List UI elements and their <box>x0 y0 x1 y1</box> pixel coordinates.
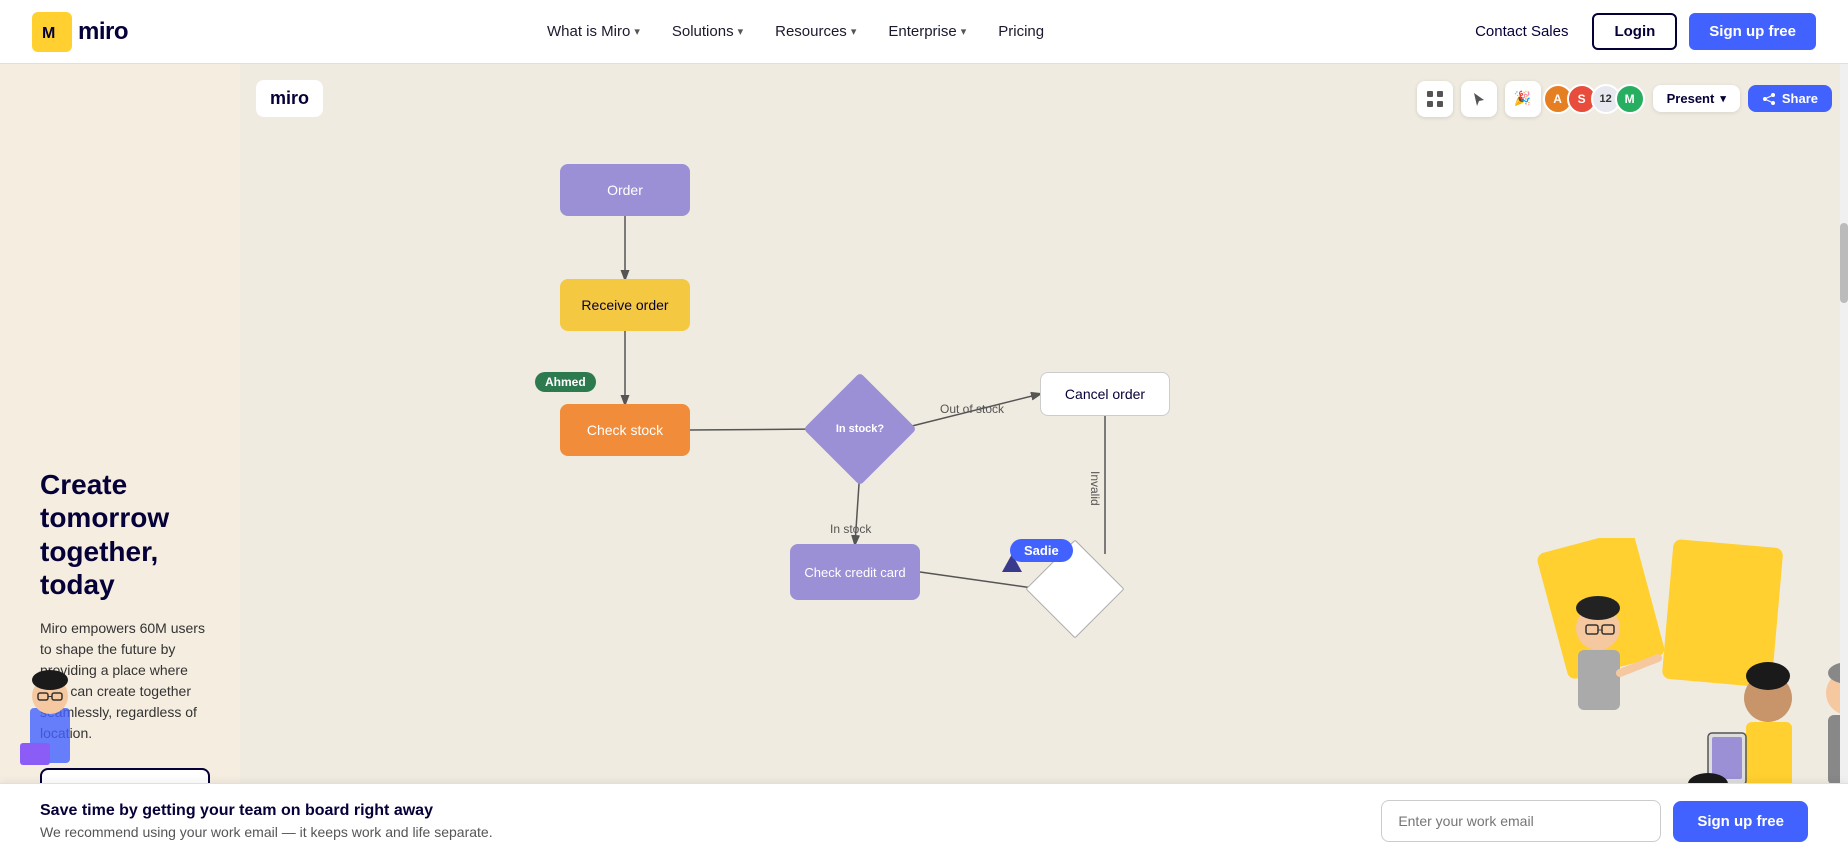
nav-enterprise[interactable]: Enterprise ▾ <box>876 15 978 48</box>
nav-solutions[interactable]: Solutions ▾ <box>660 15 755 48</box>
share-button[interactable]: Share <box>1748 85 1832 112</box>
present-button[interactable]: Present ▾ <box>1653 85 1740 112</box>
left-panel: Create tomorrow together, today Miro emp… <box>0 64 240 858</box>
contact-sales-button[interactable]: Contact Sales <box>1463 15 1580 48</box>
logo-text: miro <box>78 18 128 46</box>
node-order[interactable]: Order <box>560 164 690 216</box>
node-cancel-order[interactable]: Cancel order <box>1040 372 1170 416</box>
ahmed-tag: Ahmed <box>535 372 596 392</box>
banner-title: Save time by getting your team on board … <box>40 802 1381 820</box>
scrollbar-thumb[interactable] <box>1840 223 1848 303</box>
chevron-down-icon: ▾ <box>1720 92 1726 105</box>
main-content: Create tomorrow together, today Miro emp… <box>0 64 1848 858</box>
login-button[interactable]: Login <box>1592 13 1677 50</box>
chevron-down-icon: ▾ <box>634 25 640 38</box>
banner-signup-button[interactable]: Sign up free <box>1673 801 1808 842</box>
avatars-group: A S 12 M <box>1549 84 1645 114</box>
in-stock-label: In stock <box>830 522 871 536</box>
board-logo-badge: miro <box>256 80 323 117</box>
chevron-down-icon: ▾ <box>961 25 967 38</box>
invalid-label: Invalid <box>1088 471 1102 506</box>
chevron-down-icon: ▾ <box>738 25 744 38</box>
banner-text: Save time by getting your team on board … <box>40 802 1381 840</box>
flowchart: Order Ahmed Receive order Check stock In… <box>340 124 1240 704</box>
node-check-credit-card[interactable]: Check credit card <box>790 544 920 600</box>
hero-title: Create tomorrow together, today <box>40 468 210 602</box>
scrollbar-track[interactable] <box>1840 64 1848 858</box>
avatar-3: M <box>1615 84 1645 114</box>
logo-icon: M <box>32 12 72 52</box>
email-input[interactable] <box>1381 800 1661 842</box>
logo[interactable]: M miro <box>32 12 128 52</box>
node-receive-order[interactable]: Receive order <box>560 279 690 331</box>
chevron-down-icon: ▾ <box>851 25 857 38</box>
board-tools-right: 🎉 A S 12 M Present ▾ <box>1417 81 1832 117</box>
node-check-stock[interactable]: Check stock <box>560 404 690 456</box>
board-area: miro 🎉 <box>240 64 1848 858</box>
bottom-banner: Save time by getting your team on board … <box>0 783 1848 858</box>
hero-description: Miro empowers 60M users to shape the fut… <box>40 618 210 744</box>
nav-pricing[interactable]: Pricing <box>986 15 1056 48</box>
banner-actions: Sign up free <box>1381 800 1808 842</box>
nav-actions: Contact Sales Login Sign up free <box>1463 13 1816 50</box>
node-in-stock-diamond[interactable] <box>803 372 916 485</box>
signup-button[interactable]: Sign up free <box>1689 13 1816 50</box>
sadie-tag: Sadie <box>1010 539 1073 562</box>
board-toolbar: miro 🎉 <box>256 80 1832 117</box>
celebrate-tool-button[interactable]: 🎉 <box>1505 81 1541 117</box>
out-of-stock-label: Out of stock <box>940 402 1004 416</box>
grid-tool-button[interactable] <box>1417 81 1453 117</box>
nav-resources[interactable]: Resources ▾ <box>763 15 868 48</box>
cursor-tool-button[interactable] <box>1461 81 1497 117</box>
banner-description: We recommend using your work email — it … <box>40 824 1381 840</box>
nav-links: What is Miro ▾ Solutions ▾ Resources ▾ E… <box>535 15 1056 48</box>
navigation: M miro What is Miro ▾ Solutions ▾ Resour… <box>0 0 1848 64</box>
svg-text:M: M <box>42 25 55 42</box>
nav-what-is-miro[interactable]: What is Miro ▾ <box>535 15 652 48</box>
